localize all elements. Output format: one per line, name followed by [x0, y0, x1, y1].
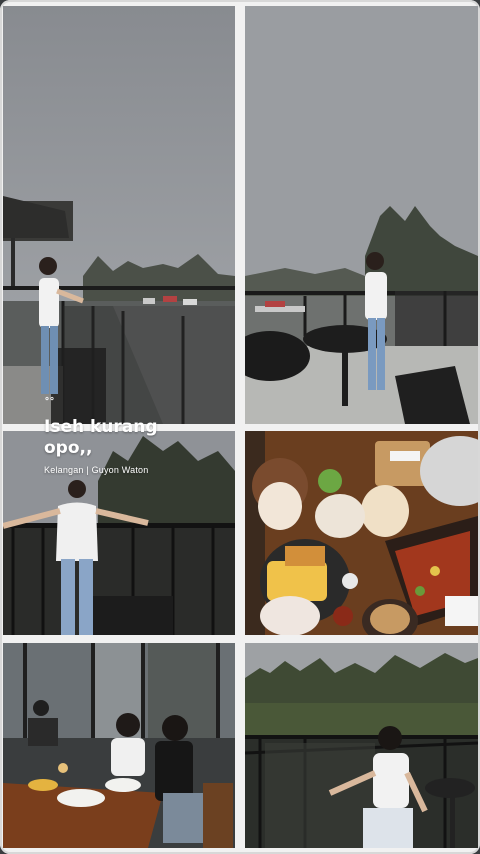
collage-photo-6[interactable]	[245, 643, 478, 848]
story-caption: Iseh kurang opo,, Kelangan | Guyon Waton	[44, 417, 194, 475]
collage-photo-2[interactable]	[245, 6, 478, 424]
photo-4-image	[245, 431, 478, 635]
photo-6-image	[245, 643, 478, 848]
caption-decoration: °°	[45, 396, 55, 407]
photo-5-image	[3, 643, 235, 848]
photo-1-image	[3, 6, 235, 424]
caption-subtitle: Kelangan | Guyon Waton	[44, 465, 149, 475]
collage-photo-5[interactable]	[3, 643, 235, 848]
caption-title: Iseh kurang opo,,	[44, 417, 158, 458]
collage-photo-4[interactable]	[245, 431, 478, 635]
photo-2-image	[245, 6, 478, 424]
collage-photo-1[interactable]	[3, 6, 235, 424]
